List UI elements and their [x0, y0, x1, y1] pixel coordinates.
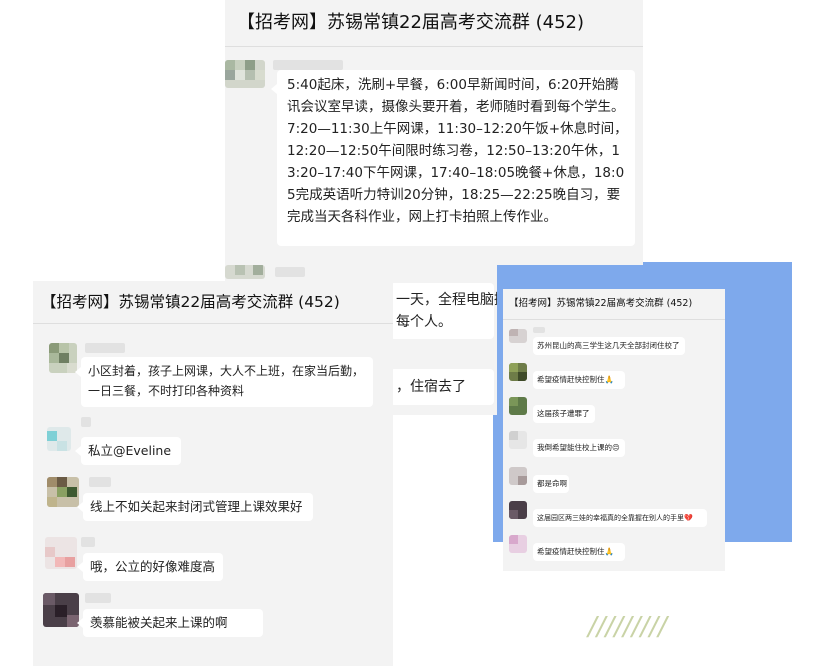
- message-text: 羡慕能被关起来上课的啊: [90, 615, 228, 630]
- sender-name-blurred: [81, 537, 95, 547]
- message-text: 这届园区两三娃的幸福真的全靠握在别人的手里💔: [537, 514, 693, 522]
- chat-title: 【招考网】苏锡常镇22届高考交流群 (452): [33, 281, 393, 324]
- message-bubble: 线上不如关起来封闭式管理上课效果好: [77, 493, 313, 521]
- message-text-partial: 一天，全程电脑摄: [396, 292, 497, 308]
- chat-title: 【招考网】苏锡常镇22届高考交流群 (452): [225, 0, 643, 47]
- avatar: [509, 397, 527, 415]
- sender-name-blurred: [85, 593, 111, 603]
- chat-message: 羡慕能被关起来上课的啊: [33, 593, 393, 663]
- message-text-partial: 每个人。: [396, 314, 452, 330]
- message-bubble: 这届园区两三娃的幸福真的全靠握在别人的手里💔: [533, 509, 707, 527]
- chat-message: 希望疫情赶快控制住🙏: [503, 533, 725, 567]
- message-bubble: 小区封着，孩子上网课，大人不上班，在家当后勤，一日三餐，不时打印各种资料: [75, 357, 373, 407]
- decorative-slashes: /////////: [588, 612, 667, 642]
- message-text: 私立@Eveline: [88, 443, 172, 458]
- message-bubble: 私立@Eveline: [75, 437, 181, 465]
- message-bubble: 5:40起床，洗刷+早餐，6:00早新闻时间，6:20开始腾讯会议室早读，摄像头…: [271, 70, 635, 246]
- message-bubble: 这届孩子遭罪了: [533, 405, 595, 423]
- chat-window-left: 【招考网】苏锡常镇22届高考交流群 (452) 小区封着，孩子上网课，大人不上班…: [33, 281, 393, 666]
- avatar: [47, 477, 79, 507]
- chat-message: 私立@Eveline: [33, 417, 393, 467]
- avatar: [47, 427, 71, 451]
- message-text: 希望疫情赶快控制住🙏: [537, 547, 614, 556]
- message-bubble: 我倒希望能住校上课的😔: [533, 439, 625, 457]
- chat-message: 线上不如关起来封闭式管理上课效果好: [33, 477, 393, 527]
- message-text: 5:40起床，洗刷+早餐，6:00早新闻时间，6:20开始腾讯会议室早读，摄像头…: [287, 77, 628, 225]
- chat-title-text: 【招考网】苏锡常镇22届高考交流群 (452): [41, 293, 340, 311]
- avatar: [509, 501, 527, 519]
- message-text-partial: ，住宿去了: [396, 379, 466, 395]
- message-text: 都是命啊: [537, 479, 567, 488]
- chat-message: 希望疫情赶快控制住🙏: [503, 361, 725, 395]
- avatar: [45, 537, 77, 569]
- chat-message: 哦，公立的好像难度高: [33, 537, 393, 587]
- chat-message: 我倒希望能住校上课的😔: [503, 429, 725, 463]
- chat-message: 小区封着，孩子上网课，大人不上班，在家当后勤，一日三餐，不时打印各种资料: [33, 343, 393, 411]
- chat-title-text: 【招考网】苏锡常镇22届高考交流群 (452): [509, 298, 693, 309]
- sender-name-blurred: [533, 327, 545, 333]
- sender-name-blurred: [85, 343, 125, 353]
- message-bubble: 哦，公立的好像难度高: [77, 553, 223, 581]
- sender-name-blurred: [275, 267, 305, 277]
- message-bubble: 苏州昆山的高三学生这几天全部封闭住校了: [533, 337, 685, 355]
- message-bubble: 都是命啊: [533, 475, 569, 493]
- chat-message: 苏州昆山的高三学生这几天全部封闭住校了: [503, 327, 725, 361]
- chat-title: 【招考网】苏锡常镇22届高考交流群 (452): [503, 289, 725, 320]
- avatar: [509, 329, 527, 343]
- sender-name-blurred: [81, 417, 91, 427]
- message-bubble-partial: ，住宿去了: [390, 369, 494, 405]
- sender-name-blurred: [89, 477, 111, 487]
- avatar: [225, 265, 265, 279]
- message-text: 我倒希望能住校上课的😔: [537, 443, 620, 452]
- chat-message: 都是命啊: [503, 465, 725, 499]
- avatar: [509, 363, 527, 381]
- avatar: [225, 60, 265, 88]
- avatar: [43, 593, 79, 627]
- chat-window-top: 【招考网】苏锡常镇22届高考交流群 (452) 5:40起床，洗刷+早餐，6:0…: [225, 0, 643, 265]
- avatar: [49, 343, 77, 373]
- chat-message: 这届园区两三娃的幸福真的全靠握在别人的手里💔: [503, 499, 725, 533]
- message-text: 哦，公立的好像难度高: [90, 559, 216, 574]
- chat-title-text: 【招考网】苏锡常镇22届高考交流群 (452): [237, 12, 585, 33]
- message-text: 小区封着，孩子上网课，大人不上班，在家当后勤，一日三餐，不时打印各种资料: [88, 364, 365, 398]
- message-bubble: 羡慕能被关起来上课的啊: [77, 609, 263, 637]
- chat-message: 5:40起床，洗刷+早餐，6:00早新闻时间，6:20开始腾讯会议室早读，摄像头…: [225, 58, 643, 258]
- message-bubble-partial: 一天，全程电脑摄 每个人。: [390, 283, 497, 339]
- message-text: 苏州昆山的高三学生这几天全部封闭住校了: [537, 341, 680, 350]
- avatar: [509, 431, 527, 449]
- avatar: [509, 535, 527, 553]
- chat-window-right: 【招考网】苏锡常镇22届高考交流群 (452) 苏州昆山的高三学生这几天全部封闭…: [503, 289, 725, 571]
- avatar: [509, 467, 527, 485]
- message-text: 这届孩子遭罪了: [537, 409, 590, 418]
- message-bubble: 希望疫情赶快控制住🙏: [533, 371, 625, 389]
- message-text: 线上不如关起来封闭式管理上课效果好: [90, 499, 303, 514]
- message-text: 希望疫情赶快控制住🙏: [537, 375, 614, 384]
- sender-name-blurred: [273, 60, 343, 70]
- message-bubble: 希望疫情赶快控制住🙏: [533, 543, 625, 561]
- chat-message: 这届孩子遭罪了: [503, 395, 725, 429]
